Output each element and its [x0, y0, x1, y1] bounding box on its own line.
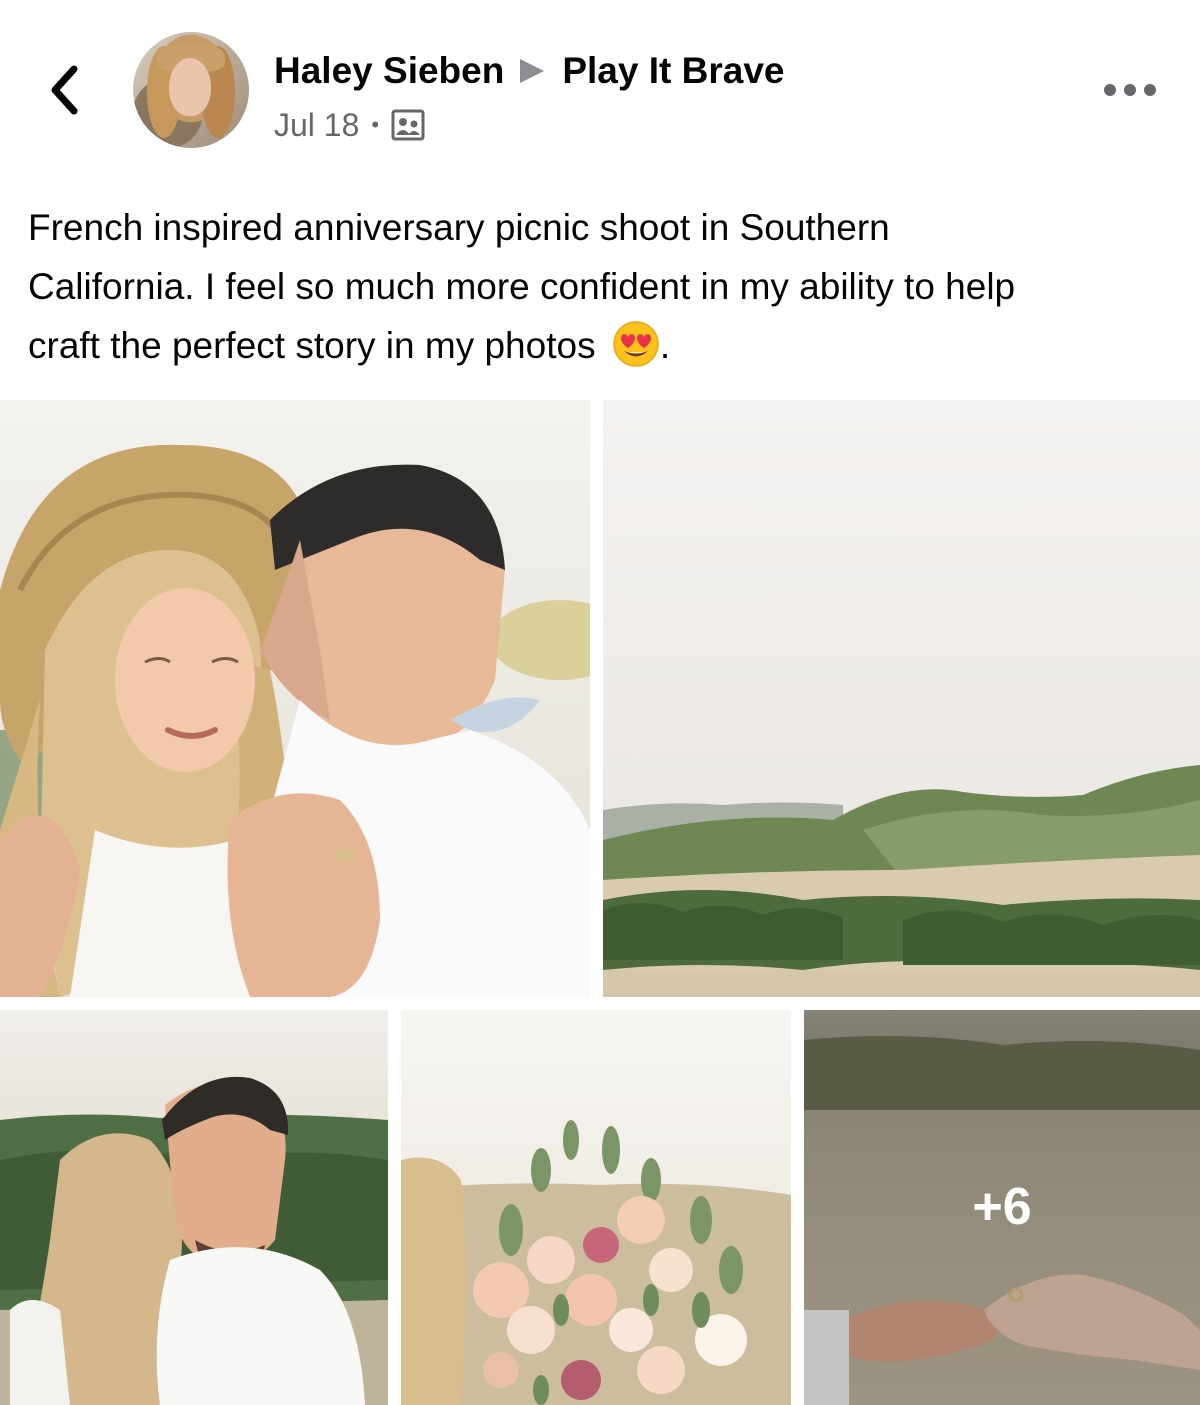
more-photos-count: +6: [972, 1177, 1032, 1236]
more-photos-overlay[interactable]: +6: [804, 1010, 1200, 1405]
post-meta: Jul 18 •: [274, 104, 425, 146]
heart-eyes-emoji-icon: [613, 321, 659, 367]
group-name[interactable]: Play It Brave: [562, 50, 784, 92]
post-text-line: craft the perfect story in my photos .: [28, 316, 1178, 375]
post-text-line: California. I feel so much more confiden…: [28, 266, 1016, 307]
landscape-photo-illustration: [603, 765, 1200, 997]
post-text-fragment: craft the perfect story in my photos: [28, 325, 596, 366]
ellipsis-icon: [1104, 84, 1116, 96]
triangle-right-icon: [520, 59, 545, 83]
chevron-left-icon: [51, 65, 78, 115]
post-date[interactable]: Jul 18: [274, 107, 359, 144]
separator-dot: •: [371, 112, 380, 137]
post-author-line: Haley Sieben Play It Brave: [274, 46, 784, 96]
photo-couple-embrace[interactable]: [0, 1010, 388, 1405]
photo-couple-kiss[interactable]: [0, 400, 590, 997]
avatar-face: [169, 58, 211, 116]
back-button[interactable]: [36, 58, 92, 122]
author-name[interactable]: Haley Sieben: [274, 50, 504, 92]
post-header: Haley Sieben Play It Brave Jul 18 •: [0, 0, 1200, 170]
embrace-photo-illustration: [0, 1076, 388, 1405]
post-text-fragment: .: [659, 325, 671, 366]
more-options-button[interactable]: [1098, 70, 1162, 110]
couple-photo-illustration: [0, 444, 590, 997]
post-body-text: French inspired anniversary picnic shoot…: [28, 198, 1178, 375]
author-avatar[interactable]: [133, 32, 249, 148]
group-icon: [391, 109, 425, 141]
photo-hills-landscape[interactable]: [603, 400, 1200, 997]
photo-holding-hands[interactable]: +6: [804, 1010, 1200, 1405]
post-text-line: French inspired anniversary picnic shoot…: [28, 207, 890, 248]
photo-flower-bouquet[interactable]: [401, 1010, 791, 1405]
bouquet-photo-illustration: [401, 1120, 791, 1405]
ellipsis-icon: [1144, 84, 1156, 96]
ellipsis-icon: [1124, 84, 1136, 96]
